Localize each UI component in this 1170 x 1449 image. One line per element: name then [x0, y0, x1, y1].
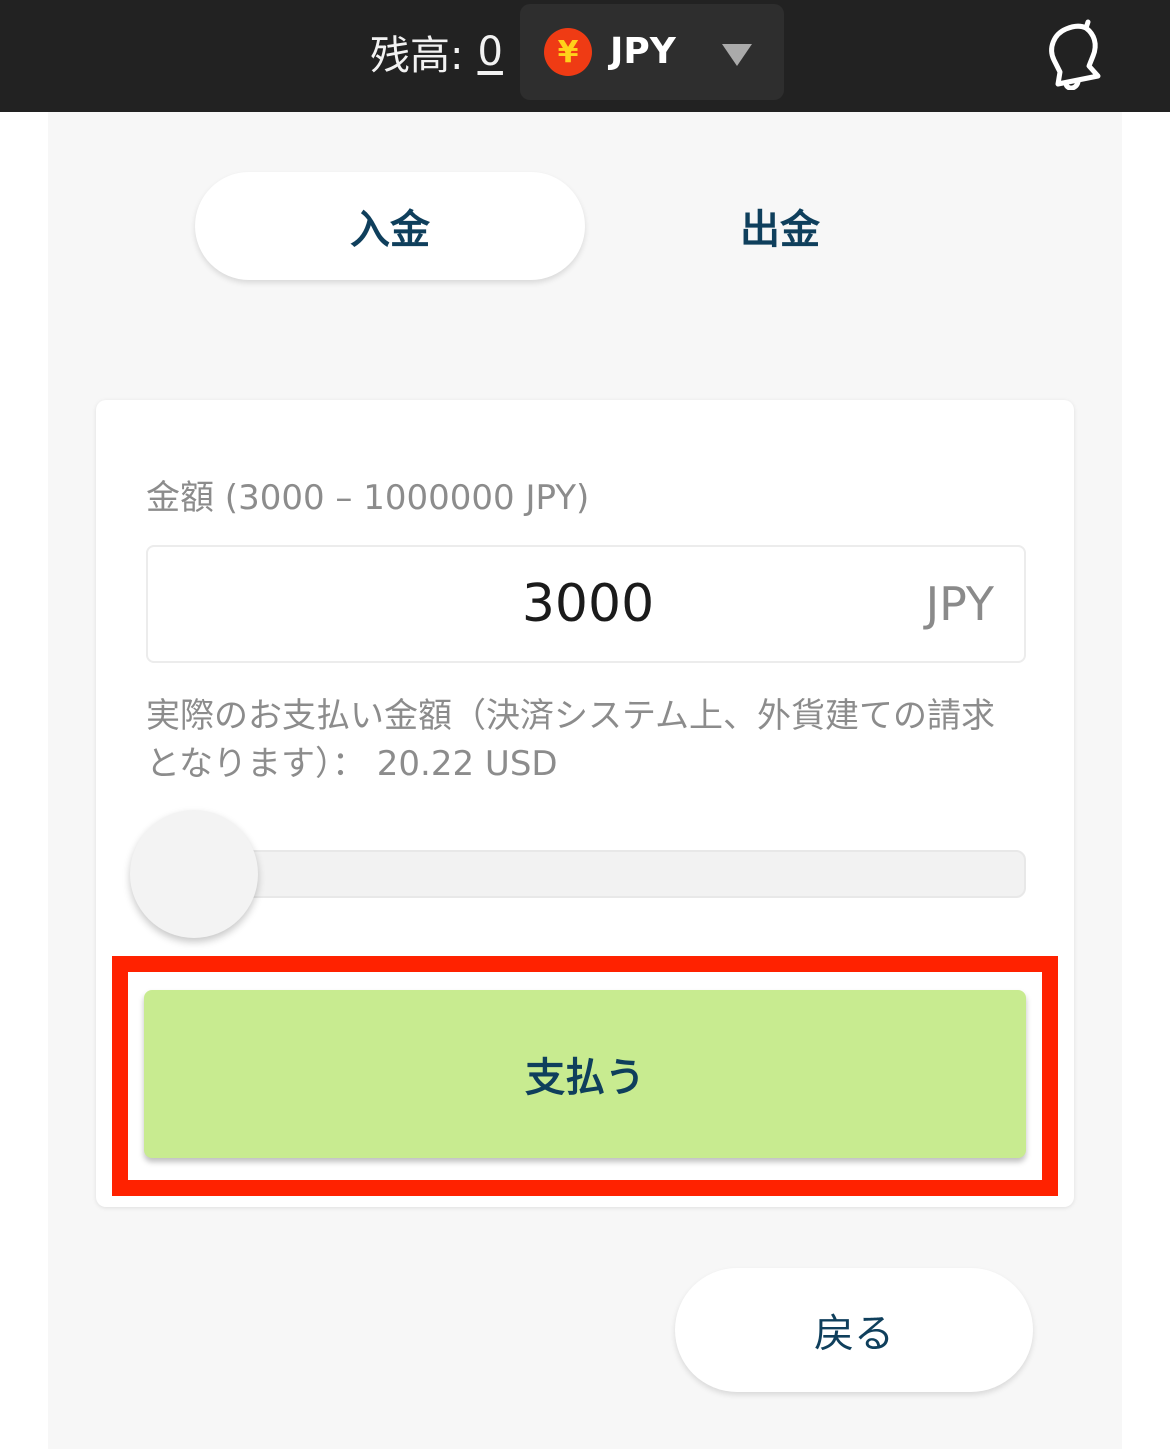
caret-down-icon [722, 44, 752, 66]
amount-slider-thumb[interactable] [130, 810, 258, 938]
yen-coin-icon: ¥ [544, 28, 592, 76]
main-content: 入金 出金 金額 (3000 – 1000000 JPY) 3000 JPY 実… [48, 112, 1122, 1449]
amount-input[interactable]: 3000 JPY [146, 545, 1026, 663]
actual-payment-note: 実際のお支払い金額（決済システム上、外貨建ての請求となります）： 20.22 U… [146, 696, 995, 784]
deposit-form-card: 金額 (3000 – 1000000 JPY) 3000 JPY 実際のお支払い… [96, 400, 1074, 1207]
tab-deposit[interactable]: 入金 [195, 172, 585, 280]
currency-selector[interactable]: ¥ JPY [520, 4, 784, 100]
amount-label: 金額 (3000 – 1000000 JPY) [146, 478, 590, 518]
pay-button[interactable]: 支払う [144, 990, 1026, 1158]
amount-slider-track[interactable] [206, 850, 1026, 898]
balance-amount-link[interactable]: 0 [477, 29, 502, 75]
balance-label: 残高: [370, 33, 464, 79]
currency-code: JPY [610, 31, 676, 72]
amount-unit: JPY [925, 577, 994, 631]
amount-input-value: 3000 [521, 574, 655, 634]
top-bar: 残高: 0 ¥ JPY [0, 0, 1170, 112]
back-button[interactable]: 戻る [675, 1268, 1033, 1392]
bell-icon[interactable] [1036, 14, 1108, 90]
tab-withdraw[interactable]: 出金 [585, 172, 975, 280]
balance: 残高: 0 [370, 24, 503, 80]
